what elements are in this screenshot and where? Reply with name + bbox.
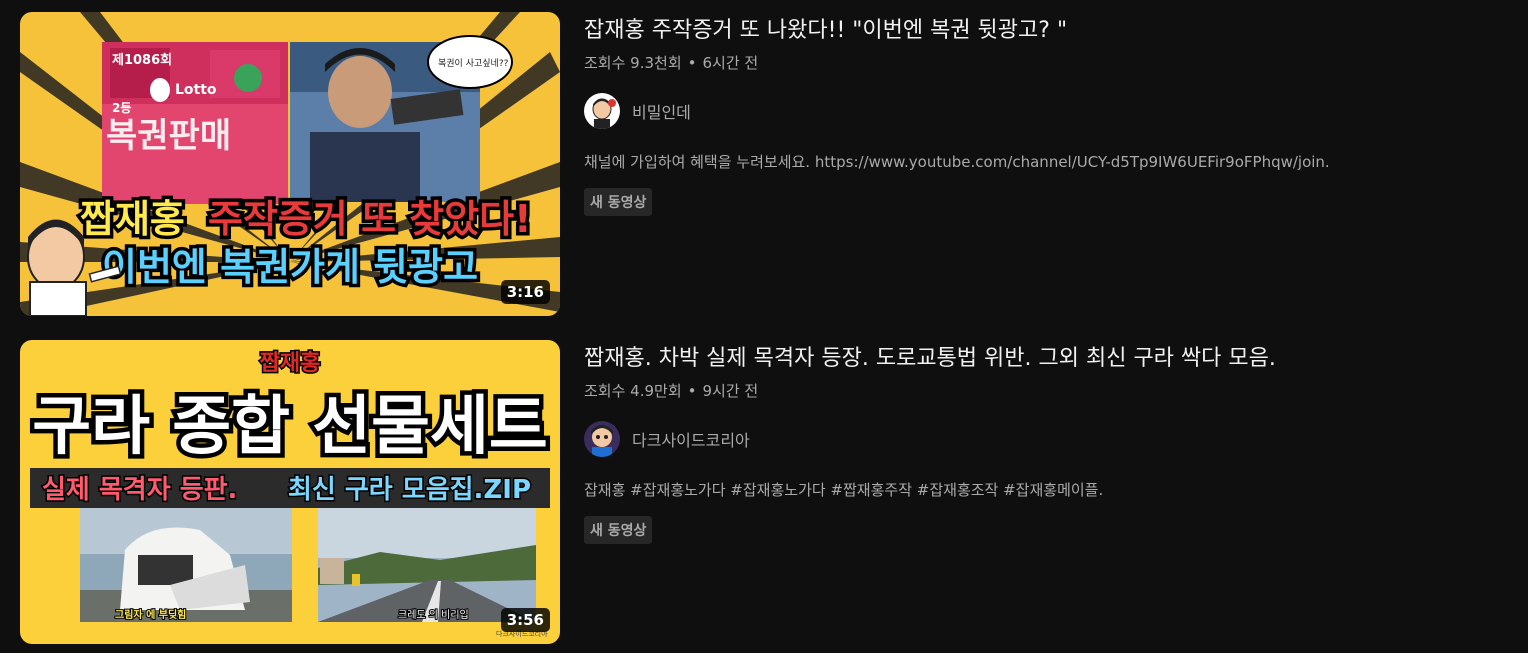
video-info: 잡재홍 주작증거 또 나왔다!! "이번엔 복권 뒷광고? " 조회수 9.3천… [584, 12, 1484, 216]
thumbnail-image: 제1086회 Lotto 2등 복권판매 복권이 사고싶네?? 짭재홍 주작증거… [20, 12, 560, 316]
channel-name[interactable]: 비밀인데 [632, 99, 691, 123]
upload-age: 6시간 전 [702, 54, 759, 72]
thumbnail-image: 짭재홍 구라 종합 선물세트 실제 목격자 등판. 최신 구라 모음집.ZIP … [20, 340, 560, 644]
meta-separator: • [687, 54, 697, 72]
meta-separator: • [687, 382, 697, 400]
upload-age: 9시간 전 [702, 382, 759, 400]
channel-link[interactable]: 비밀인데 [584, 93, 1484, 129]
thumb-lotto-logo: Lotto [175, 82, 217, 98]
video-duration: 3:16 [500, 280, 550, 304]
channel-avatar[interactable] [584, 421, 620, 457]
video-description: 채널에 가입하여 혜택을 누려보세요. https://www.youtube.… [584, 153, 1330, 171]
channel-avatar[interactable] [584, 93, 620, 129]
thumb-caption-right: 크레도 의 비리입 [398, 608, 469, 621]
thumb-headline: 구라 종합 선물세트 [32, 390, 548, 464]
thumb-caption-left: 그림자 에 부딪힘 [115, 608, 186, 621]
video-results-list: 제1086회 Lotto 2등 복권판매 복권이 사고싶네?? 짭재홍 주작증거… [0, 0, 1528, 653]
new-video-badge: 새 동영상 [584, 188, 653, 216]
thumb-shop-sign: 복권판매 [106, 116, 231, 156]
thumb-strip-red: 실제 목격자 등판. [42, 475, 237, 505]
video-duration: 3:56 [500, 608, 550, 632]
thumb-lotto-rank: 2등 [112, 101, 131, 115]
thumb-headline-1a: 짭재홍 [80, 197, 185, 241]
video-metadata: 조회수 9.3천회 • 6시간 전 [584, 52, 1484, 73]
video-thumbnail[interactable]: 짭재홍 구라 종합 선물세트 실제 목격자 등판. 최신 구라 모음집.ZIP … [20, 340, 560, 644]
view-count: 조회수 4.9만회 [584, 382, 682, 400]
thumb-headline-1b: 주작증거 또 찾았다! [208, 197, 531, 241]
new-video-badge: 새 동영상 [584, 516, 653, 544]
thumb-lotto-round: 제1086회 [112, 52, 172, 68]
channel-name[interactable]: 다크사이드코리아 [632, 427, 750, 451]
thumb-strip-blue: 최신 구라 모음집.ZIP [288, 475, 531, 505]
channel-link[interactable]: 다크사이드코리아 [584, 421, 1484, 457]
video-thumbnail[interactable]: 제1086회 Lotto 2등 복권판매 복권이 사고싶네?? 짭재홍 주작증거… [20, 12, 560, 316]
video-info: 짭재홍. 차박 실제 목격자 등장. 도로교통법 위반. 그외 최신 구라 싹다… [584, 340, 1484, 544]
video-description: 잡재홍 #잡재홍노가다 #잡재홍노가다 #짭재홍주작 #잡재홍조작 #잡재홍메이… [584, 481, 1104, 499]
thumb-speech-bubble: 복권이 사고싶네?? [438, 57, 509, 69]
video-title[interactable]: 짭재홍. 차박 실제 목격자 등장. 도로교통법 위반. 그외 최신 구라 싹다… [584, 344, 1484, 374]
view-count: 조회수 9.3천회 [584, 54, 682, 72]
video-title[interactable]: 잡재홍 주작증거 또 나왔다!! "이번엔 복권 뒷광고? " [584, 16, 1484, 46]
thumb-top-label: 짭재홍 [260, 351, 321, 376]
thumb-headline-2: 이번엔 복권가게 뒷광고 [102, 245, 478, 289]
video-metadata: 조회수 4.9만회 • 9시간 전 [584, 380, 1484, 401]
